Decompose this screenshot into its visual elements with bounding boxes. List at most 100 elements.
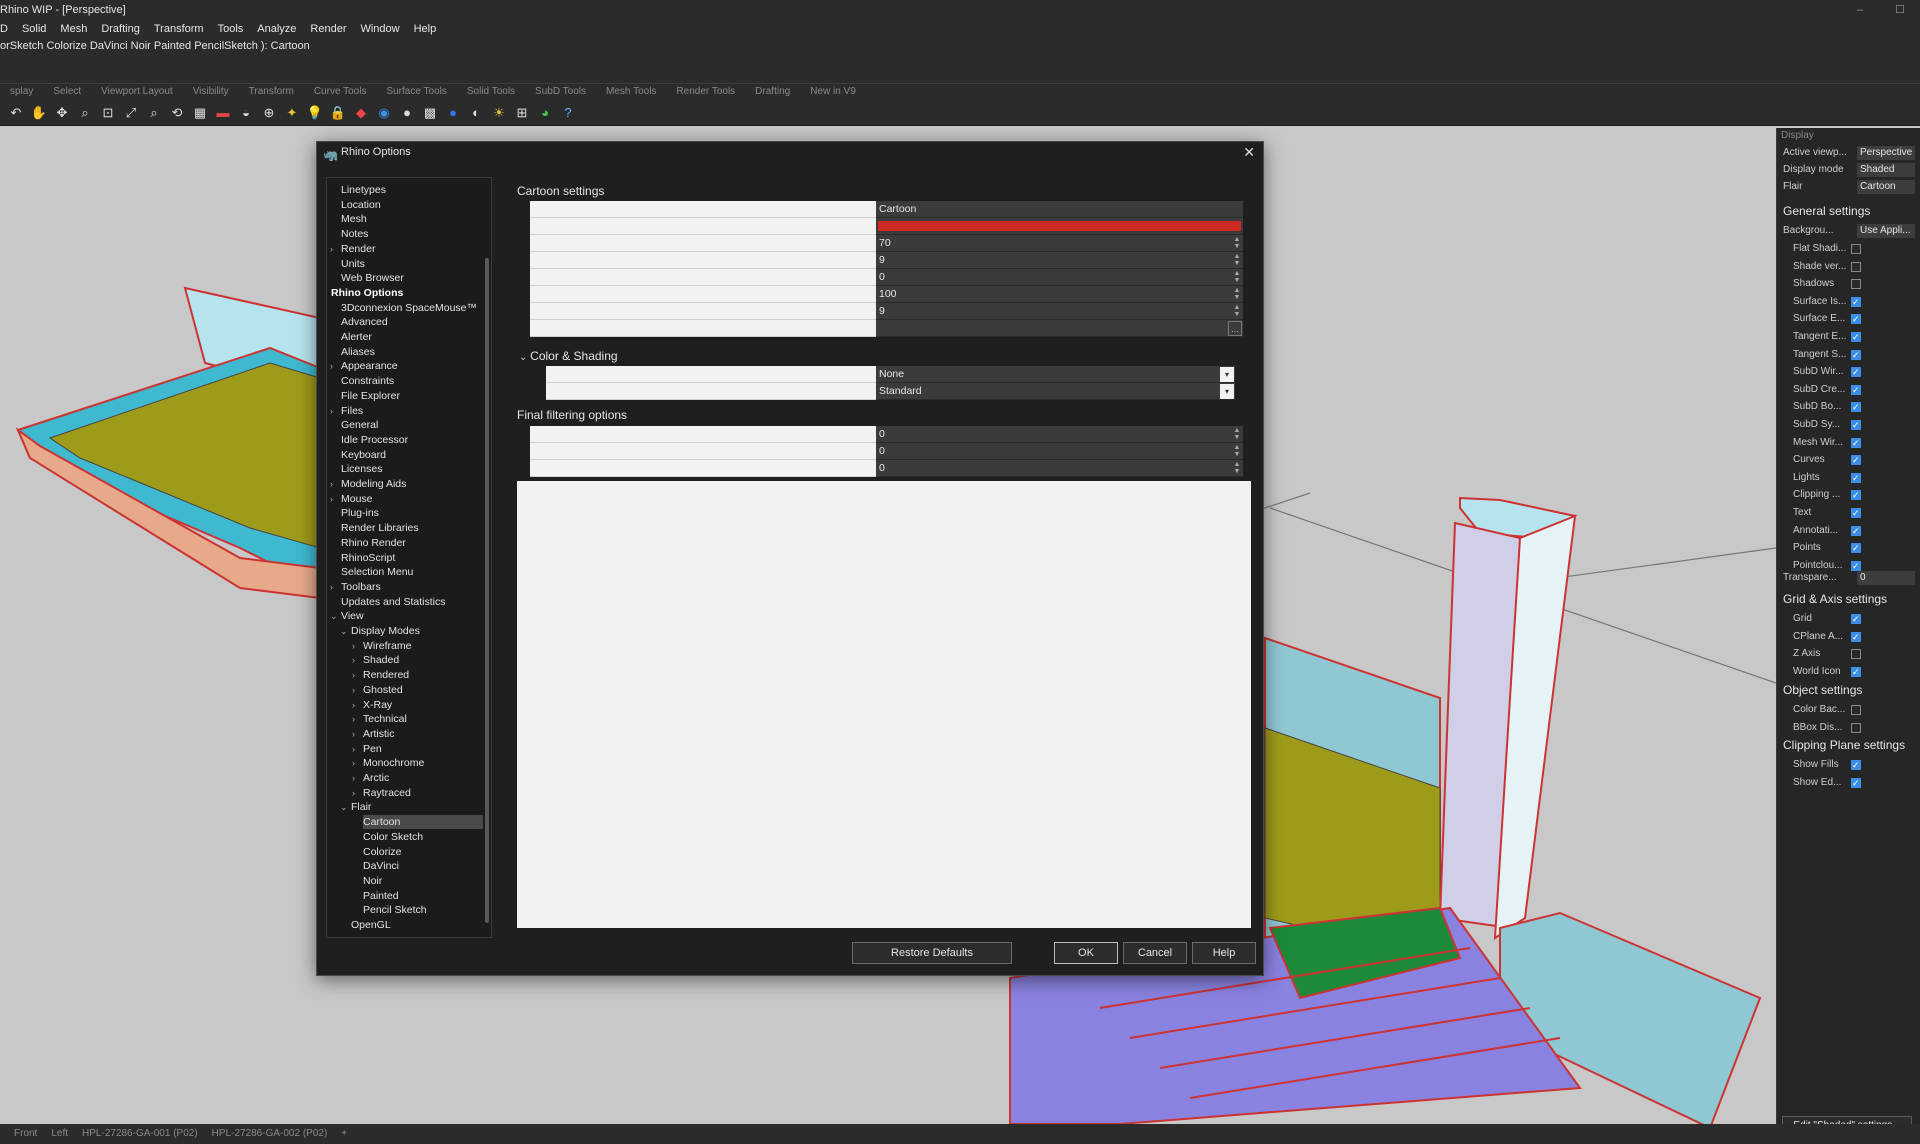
toolbar-tab[interactable]: Surface Tools — [376, 84, 456, 100]
tree-item[interactable]: Cartoon — [363, 815, 483, 830]
setting-checkbox-row[interactable]: Color Bac... — [1793, 703, 1917, 717]
tree-item[interactable]: Alerter — [341, 330, 372, 344]
chevron-right-icon[interactable]: › — [352, 756, 355, 770]
setting-checkbox-row[interactable]: Z Axis — [1793, 647, 1917, 661]
setting-checkbox-row[interactable]: Surface E... — [1793, 312, 1917, 326]
tree-item[interactable]: Web Browser — [341, 271, 404, 285]
tree-item[interactable]: Rhino Options — [331, 286, 403, 300]
setting-checkbox-row[interactable]: Show Ed... — [1793, 776, 1917, 790]
setting-checkbox[interactable] — [1851, 261, 1861, 272]
setting-checkbox-row[interactable]: Points — [1793, 541, 1917, 555]
tree-item[interactable]: Render Libraries — [341, 521, 419, 535]
add-viewport-tab-button[interactable]: + — [341, 1124, 347, 1144]
toolbar-tab[interactable]: SubD Tools — [525, 84, 596, 100]
setting-checkbox[interactable] — [1851, 418, 1861, 432]
property-value-cell[interactable]: 0 ▲ ▼ — [876, 269, 1243, 286]
setting-checkbox[interactable] — [1851, 524, 1861, 538]
setting-checkbox-row[interactable]: Shade ver... — [1793, 260, 1917, 274]
tree-item[interactable]: Constraints — [341, 374, 394, 388]
setting-checkbox[interactable] — [1851, 365, 1861, 379]
tree-item[interactable]: Rhino Render — [341, 536, 406, 550]
tree-item[interactable]: › Monochrome — [352, 756, 424, 770]
chevron-right-icon[interactable]: › — [352, 653, 355, 667]
setting-checkbox-row[interactable]: Curves — [1793, 453, 1917, 467]
property-value-cell[interactable]: 0 ▲ ▼ — [876, 460, 1243, 477]
tree-item[interactable]: RhinoScript — [341, 551, 395, 565]
dimension-icon[interactable]: ⊞ — [512, 103, 532, 123]
tree-item[interactable]: Advanced — [341, 315, 388, 329]
close-icon[interactable]: ✕ — [1243, 143, 1255, 161]
cplane-icon[interactable]: ⊕ — [259, 103, 279, 123]
setting-checkbox-row[interactable]: Clipping ... — [1793, 488, 1917, 502]
tree-item[interactable]: › Toolbars — [330, 580, 381, 594]
display-property[interactable]: Active viewp... Perspective — [1783, 146, 1917, 160]
sun-icon[interactable]: ☀ — [489, 103, 509, 123]
setting-checkbox-row[interactable]: Mesh Wir... — [1793, 436, 1917, 450]
menu-item[interactable]: Transform — [154, 20, 204, 38]
setting-checkbox[interactable] — [1851, 630, 1861, 644]
move-icon[interactable]: ✥ — [52, 103, 72, 123]
property-value[interactable]: Perspective — [1857, 146, 1915, 160]
setting-checkbox-row[interactable]: Grid — [1793, 612, 1917, 626]
tree-item[interactable]: Licenses — [341, 462, 382, 476]
tree-item[interactable]: › Arctic — [352, 771, 389, 785]
setting-checkbox-row[interactable]: Lights — [1793, 471, 1917, 485]
setting-checkbox-row[interactable]: Tangent S... — [1793, 348, 1917, 362]
tree-item[interactable]: File Explorer — [341, 389, 400, 403]
tree-item[interactable]: › Mouse — [330, 492, 373, 506]
transparency-setting[interactable]: Transpare... 0 — [1783, 571, 1917, 585]
toolbar-tab[interactable]: Solid Tools — [457, 84, 525, 100]
toolbar-tab[interactable]: Curve Tools — [304, 84, 377, 100]
globe-icon[interactable]: ◕ — [535, 103, 555, 123]
property-value-cell[interactable]: Standard ▾ — [876, 383, 1235, 400]
toolbar-tab[interactable]: Transform — [239, 84, 304, 100]
chevron-down-icon[interactable]: ▾ — [1220, 384, 1234, 399]
tree-item[interactable]: General — [341, 418, 378, 432]
tree-item[interactable]: › X-Ray — [352, 698, 392, 712]
tree-item[interactable]: ⌄ Flair — [340, 800, 371, 814]
help-icon[interactable]: ? — [558, 103, 578, 123]
sphere-icon[interactable]: ● — [397, 103, 417, 123]
property-value-cell[interactable]: None ▾ — [876, 366, 1235, 383]
chevron-right-icon[interactable]: › — [330, 242, 333, 256]
ellipsis-button[interactable]: … — [1228, 321, 1242, 336]
ok-button[interactable]: OK — [1054, 942, 1118, 964]
setting-checkbox[interactable] — [1851, 488, 1861, 502]
cancel-button[interactable]: Cancel — [1123, 942, 1187, 964]
setting-checkbox[interactable] — [1851, 348, 1861, 362]
chevron-right-icon[interactable]: › — [352, 712, 355, 726]
tree-item[interactable]: › Files — [330, 404, 363, 418]
zoom-extents-icon[interactable]: ⤢ — [121, 103, 141, 123]
setting-checkbox-row[interactable]: Flat Shadi... — [1793, 242, 1917, 256]
setting-checkbox-row[interactable]: Shadows — [1793, 277, 1917, 291]
tree-item[interactable]: Pencil Sketch — [363, 903, 427, 917]
tree-item[interactable]: › Shaded — [352, 653, 399, 667]
tree-item[interactable]: Aliases — [341, 345, 375, 359]
spinner-icon[interactable]: ▲ ▼ — [1232, 253, 1242, 268]
light-icon[interactable]: 💡 — [305, 103, 325, 123]
setting-checkbox-row[interactable]: World Icon — [1793, 665, 1917, 679]
chevron-down-icon[interactable]: ▾ — [1220, 367, 1234, 382]
property-value[interactable]: Cartoon — [1857, 180, 1915, 194]
tree-item[interactable]: ⌄ View — [330, 609, 364, 623]
spinner-icon[interactable]: ▲ ▼ — [1232, 304, 1242, 319]
four-viewports-icon[interactable]: ▦ — [190, 103, 210, 123]
help-button[interactable]: Help — [1192, 942, 1256, 964]
setting-checkbox[interactable] — [1851, 383, 1861, 397]
setting-checkbox[interactable] — [1851, 453, 1861, 467]
zoom-selected-icon[interactable]: ⌕ — [144, 103, 164, 123]
toolbar-tab[interactable]: Viewport Layout — [91, 84, 183, 100]
texture-icon[interactable]: ▩ — [420, 103, 440, 123]
toolbar-tab[interactable]: Select — [43, 84, 91, 100]
menu-item[interactable]: Render — [310, 20, 346, 38]
tree-item[interactable]: Painted — [363, 889, 399, 903]
zoom-window-icon[interactable]: ⊡ — [98, 103, 118, 123]
tree-item[interactable]: Location — [341, 198, 381, 212]
pan-hand-icon[interactable]: ✋ — [29, 103, 49, 123]
ghosted-icon[interactable]: ◒ — [236, 103, 256, 123]
setting-checkbox[interactable] — [1851, 776, 1861, 790]
menu-item[interactable]: Drafting — [101, 20, 140, 38]
menu-item[interactable]: D — [0, 20, 8, 38]
chevron-right-icon[interactable]: › — [330, 404, 333, 418]
menu-item[interactable]: Mesh — [60, 20, 87, 38]
